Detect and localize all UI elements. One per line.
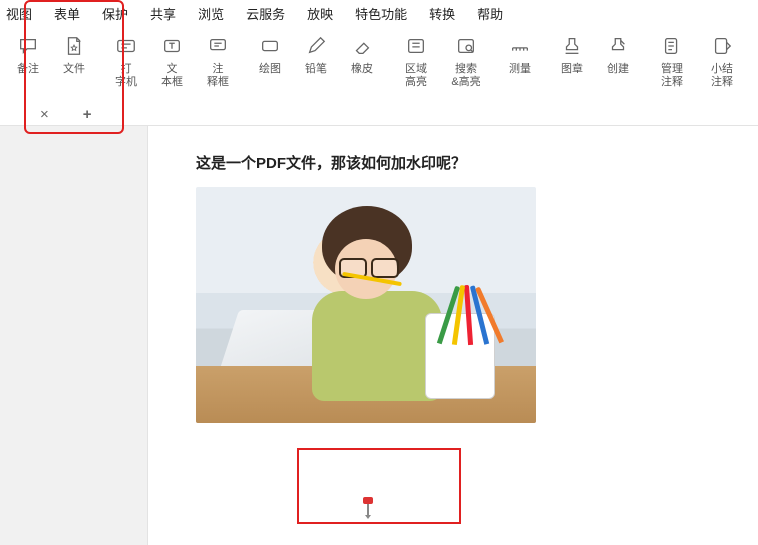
eraser-button[interactable]: 橡皮	[344, 33, 380, 76]
eraser-icon	[349, 33, 375, 59]
speech-bubble-icon	[15, 33, 41, 59]
menu-item-form[interactable]: 表单	[54, 4, 80, 23]
note-button[interactable]: 备注	[10, 33, 46, 76]
menu-item-protect[interactable]: 保护	[102, 4, 128, 23]
menu-item-help[interactable]: 帮助	[477, 4, 503, 23]
tool-label: 绘图	[259, 63, 281, 76]
typewriter-button[interactable]: 打 字机	[108, 33, 144, 88]
document-image	[196, 187, 536, 423]
ribbon-group-text: 打 字机 文 本框 注 释框	[100, 33, 244, 93]
workspace: 这是一个PDF文件，那该如何加水印呢？	[0, 125, 758, 545]
rectangle-icon	[257, 33, 283, 59]
create-button[interactable]: 创建	[600, 33, 636, 76]
stamp-icon	[559, 33, 585, 59]
menu-bar: 视图 表单 保护 共享 浏览 云服务 放映 特色功能 转换 帮助	[0, 0, 758, 29]
create-stamp-icon	[605, 33, 631, 59]
tool-label: 打 字机	[115, 63, 137, 88]
import-button[interactable]: 导入	[752, 33, 758, 76]
menu-item-browse[interactable]: 浏览	[198, 4, 224, 23]
pencil-icon	[303, 33, 329, 59]
document-heading: 这是一个PDF文件，那该如何加水印呢？	[196, 152, 758, 173]
search-highlight-button[interactable]: 搜索 &高亮	[446, 33, 486, 88]
tab-add-button[interactable]: +	[83, 106, 92, 123]
ribbon-group-note: 备注 文件	[2, 33, 100, 93]
manage-comments-icon	[659, 33, 685, 59]
tool-label: 测量	[509, 63, 531, 76]
menu-item-view[interactable]: 视图	[6, 4, 32, 23]
menu-item-cloud[interactable]: 云服务	[246, 4, 285, 23]
document-tabstrip: × +	[0, 103, 758, 125]
tool-label: 图章	[561, 63, 583, 76]
tool-label: 搜索 &高亮	[451, 63, 480, 88]
pencil-button[interactable]: 铅笔	[298, 33, 334, 76]
tool-label: 创建	[607, 63, 629, 76]
tool-label: 备注	[17, 63, 39, 76]
ribbon-group-comments: 管理 注释 小结 注释 导入	[644, 33, 758, 93]
file-star-icon	[61, 33, 87, 59]
manage-comments-button[interactable]: 管理 注释	[652, 33, 692, 88]
thumbnail-pane[interactable]	[0, 125, 148, 545]
draw-button[interactable]: 绘图	[252, 33, 288, 76]
ribbon-group-highlight: 区域 高亮 搜索 &高亮	[388, 33, 494, 93]
menu-item-features[interactable]: 特色功能	[355, 4, 407, 23]
tool-label: 小结 注释	[711, 63, 733, 88]
menu-item-present[interactable]: 放映	[307, 4, 333, 23]
typewriter-icon	[113, 33, 139, 59]
ruler-icon	[507, 33, 533, 59]
tool-label: 注 释框	[207, 63, 229, 88]
tab-close-button[interactable]: ×	[40, 106, 49, 123]
pushpin-marker[interactable]	[361, 497, 375, 517]
area-highlight-icon	[403, 33, 429, 59]
summarize-comments-button[interactable]: 小结 注释	[702, 33, 742, 88]
tool-label: 管理 注释	[661, 63, 683, 88]
comment-box-button[interactable]: 注 释框	[200, 33, 236, 88]
ribbon-group-measure: 测量	[494, 33, 546, 93]
stamp-button[interactable]: 图章	[554, 33, 590, 76]
textbox-icon	[159, 33, 185, 59]
search-highlight-icon	[453, 33, 479, 59]
area-highlight-button[interactable]: 区域 高亮	[396, 33, 436, 88]
tool-label: 文件	[63, 63, 85, 76]
tool-label: 橡皮	[351, 63, 373, 76]
comment-box-icon	[205, 33, 231, 59]
summarize-icon	[709, 33, 735, 59]
measure-button[interactable]: 测量	[502, 33, 538, 76]
ribbon-group-draw: 绘图 铅笔 橡皮	[244, 33, 388, 93]
ribbon-toolbar: 备注 文件 打 字机 文 本框 注 释框	[0, 29, 758, 103]
menu-item-share[interactable]: 共享	[150, 4, 176, 23]
tool-label: 铅笔	[305, 63, 327, 76]
file-button[interactable]: 文件	[56, 33, 92, 76]
textbox-button[interactable]: 文 本框	[154, 33, 190, 88]
ribbon-group-stamp: 图章 创建	[546, 33, 644, 93]
tool-label: 文 本框	[161, 63, 183, 88]
tool-label: 区域 高亮	[405, 63, 427, 88]
document-canvas[interactable]: 这是一个PDF文件，那该如何加水印呢？	[148, 125, 758, 545]
menu-item-convert[interactable]: 转换	[429, 4, 455, 23]
